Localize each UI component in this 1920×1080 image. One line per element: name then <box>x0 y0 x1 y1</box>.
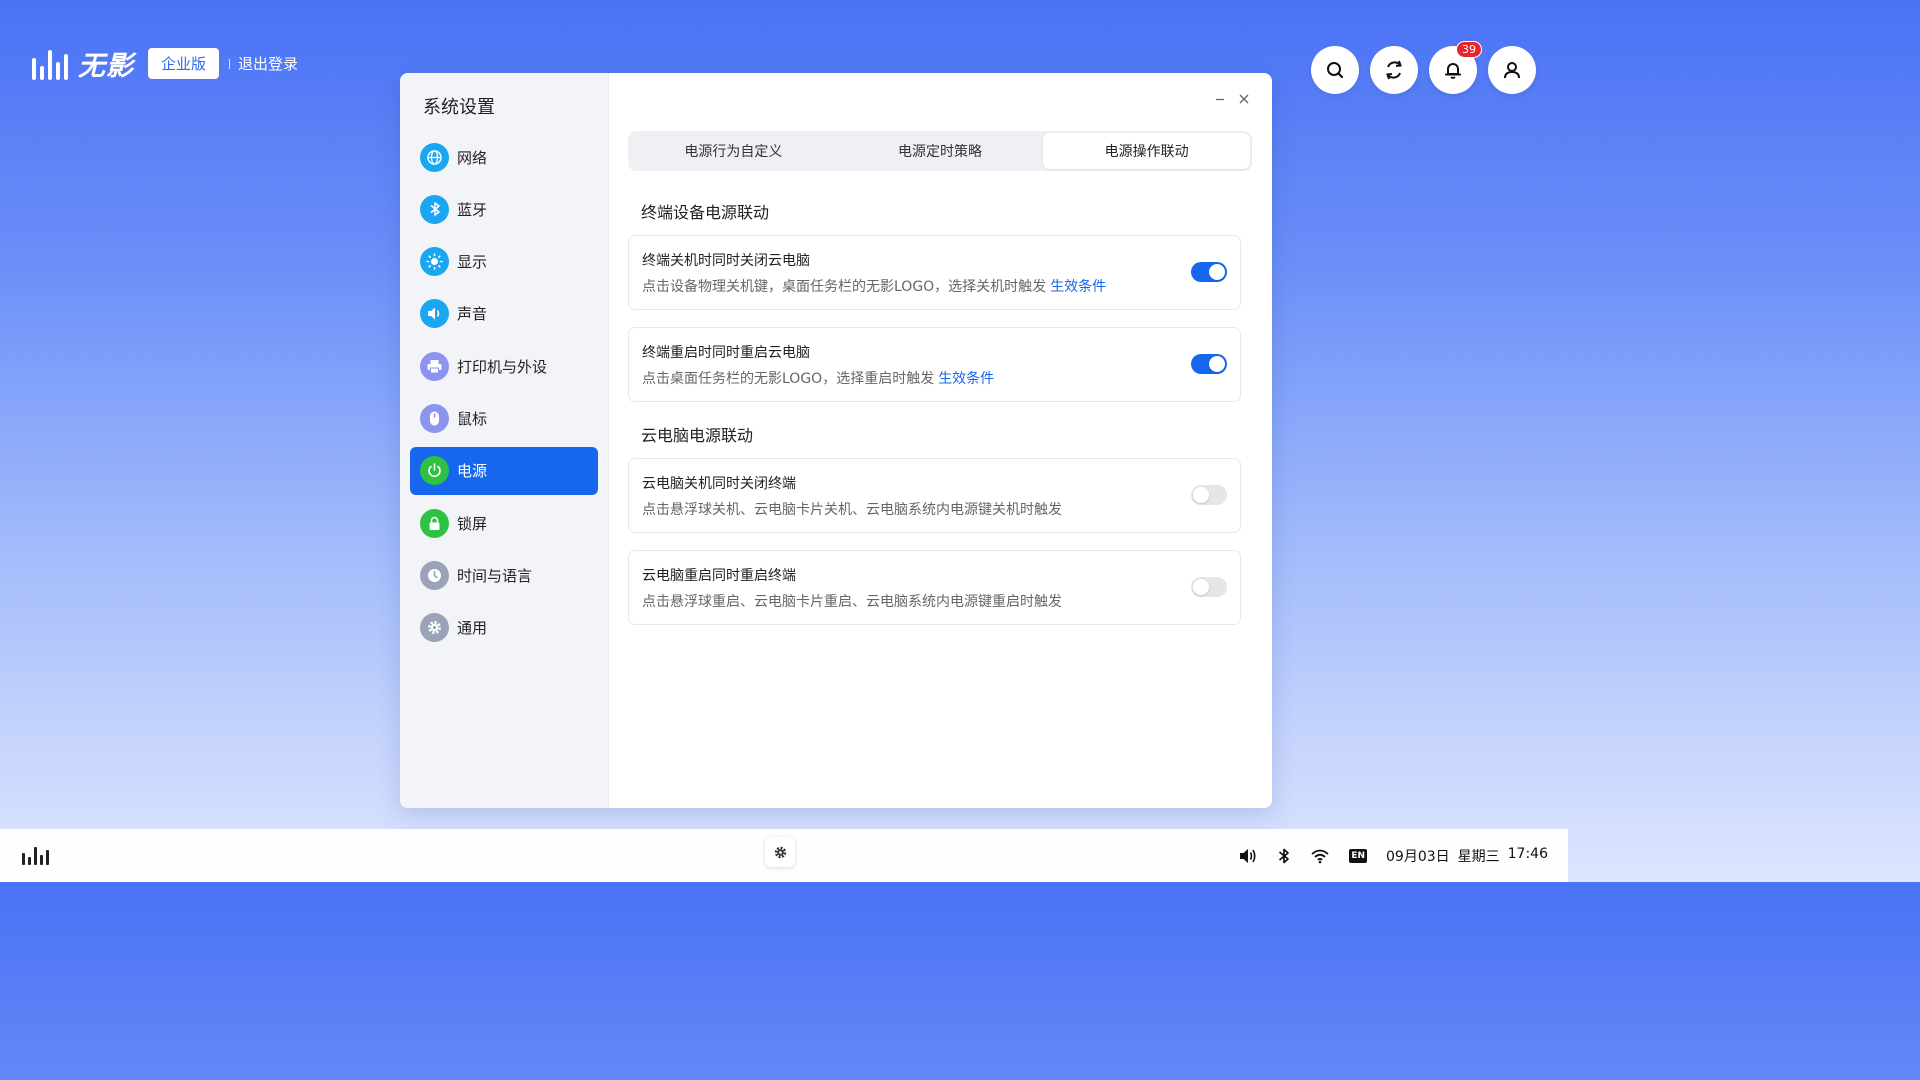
terminal-shutdown-toggle[interactable] <box>1191 262 1227 282</box>
settings-sidebar: 系统设置 网络 蓝牙 显示 声音 打印机与外设 鼠标 电源 锁屏 时间与语言 通… <box>400 73 609 808</box>
notification-count-badge: 39 <box>1456 41 1482 58</box>
toggle-knob <box>1193 579 1209 595</box>
sidebar-item-time-language[interactable]: 时间与语言 <box>410 551 598 599</box>
system-tray: EN 09月03日 星期三 17:46 <box>1238 846 1548 866</box>
setting-card: 云电脑重启同时重启终端 点击悬浮球重启、云电脑卡片重启、云电脑系统内电源键重启时… <box>628 550 1241 625</box>
weekday-text: 星期三 <box>1457 848 1500 865</box>
mouse-icon <box>420 403 449 433</box>
setting-description-text: 点击桌面任务栏的无影LOGO，选择重启时触发 <box>642 371 935 387</box>
power-icon <box>420 456 449 486</box>
top-actions: 39 <box>1311 41 1536 94</box>
tab-power-behavior[interactable]: 电源行为自定义 <box>630 133 837 169</box>
cloud-pc-restart-toggle[interactable] <box>1191 577 1227 597</box>
globe-icon <box>420 142 449 172</box>
divider <box>229 58 231 69</box>
effective-conditions-link[interactable]: 生效条件 <box>1050 279 1106 295</box>
sidebar-item-lock-screen[interactable]: 锁屏 <box>410 499 598 547</box>
terminal-restart-toggle[interactable] <box>1191 354 1227 374</box>
sidebar-item-label: 电源 <box>457 462 488 481</box>
settings-window: 系统设置 网络 蓝牙 显示 声音 打印机与外设 鼠标 电源 锁屏 时间与语言 通… <box>400 73 1272 808</box>
close-button[interactable] <box>1238 93 1250 105</box>
brand: 无影 企业版 退出登录 <box>32 44 298 83</box>
setting-title: 云电脑关机同时关闭终端 <box>642 476 796 492</box>
notifications-button[interactable]: 39 <box>1429 41 1482 94</box>
clock[interactable]: 09月03日 星期三 17:46 <box>1386 846 1548 866</box>
close-icon <box>1239 94 1249 104</box>
logout-link[interactable]: 退出登录 <box>238 53 298 74</box>
sidebar-item-label: 声音 <box>457 305 488 324</box>
window-title: 系统设置 <box>423 97 495 118</box>
setting-card: 云电脑关机同时关闭终端 点击悬浮球关机、云电脑卡片关机、云电脑系统内电源键关机时… <box>628 458 1241 533</box>
effective-conditions-link[interactable]: 生效条件 <box>938 371 994 387</box>
sidebar-item-network[interactable]: 网络 <box>410 133 598 181</box>
taskbar: EN 09月03日 星期三 17:46 <box>0 829 1568 882</box>
minimize-button[interactable] <box>1214 93 1226 105</box>
user-icon <box>1504 62 1520 79</box>
account-button[interactable] <box>1488 46 1536 94</box>
section-title-cloud-pc: 云电脑电源联动 <box>641 426 754 445</box>
wuying-start-icon[interactable] <box>22 846 49 865</box>
gear-icon <box>420 613 449 643</box>
sidebar-item-general[interactable]: 通用 <box>410 604 598 652</box>
sidebar-item-sound[interactable]: 声音 <box>410 290 598 338</box>
sidebar-item-printers[interactable]: 打印机与外设 <box>410 342 598 390</box>
toggle-knob <box>1209 356 1225 372</box>
bluetooth-icon <box>420 194 449 224</box>
lock-icon <box>420 508 449 538</box>
bluetooth-icon[interactable] <box>1277 847 1291 865</box>
sidebar-item-display[interactable]: 显示 <box>410 238 598 286</box>
sidebar-item-label: 蓝牙 <box>457 200 488 219</box>
volume-icon[interactable] <box>1238 847 1258 865</box>
setting-title: 终端重启时同时重启云电脑 <box>642 345 810 361</box>
sidebar-item-label: 打印机与外设 <box>457 357 548 376</box>
tab-power-schedule[interactable]: 电源定时策略 <box>837 133 1044 169</box>
setting-description: 点击悬浮球关机、云电脑卡片关机、云电脑系统内电源键关机时触发 <box>642 502 1062 518</box>
sidebar-item-label: 鼠标 <box>457 409 488 428</box>
cloud-pc-shutdown-toggle[interactable] <box>1191 485 1227 505</box>
gear-icon <box>774 846 786 858</box>
edition-badge: 企业版 <box>148 48 220 79</box>
time-text: 17:46 <box>1507 845 1548 862</box>
setting-card: 终端重启时同时重启云电脑 点击桌面任务栏的无影LOGO，选择重启时触发 生效条件 <box>628 327 1241 402</box>
sidebar-item-power[interactable]: 电源 <box>410 446 598 495</box>
search-button[interactable] <box>1311 46 1359 94</box>
clock-icon <box>420 560 449 590</box>
settings-main: 电源行为自定义 电源定时策略 电源操作联动 终端设备电源联动 终端关机时同时关闭… <box>609 73 1272 808</box>
input-method-label: EN <box>1349 848 1367 863</box>
refresh-icon <box>1386 60 1402 80</box>
brand-name: 无影 <box>78 51 134 82</box>
wuying-logo-icon <box>32 48 68 80</box>
setting-description: 点击桌面任务栏的无影LOGO，选择重启时触发 生效条件 <box>642 368 1227 388</box>
sidebar-item-bluetooth[interactable]: 蓝牙 <box>410 185 598 233</box>
taskbar-settings-button[interactable] <box>765 837 795 867</box>
refresh-button[interactable] <box>1370 46 1418 94</box>
sidebar-item-label: 显示 <box>457 253 488 272</box>
toggle-knob <box>1209 264 1225 280</box>
sidebar-item-mouse[interactable]: 鼠标 <box>410 394 598 442</box>
bell-icon <box>1445 63 1461 79</box>
printer-icon <box>420 351 449 381</box>
minimize-icon <box>1216 98 1224 101</box>
speaker-icon <box>420 299 449 329</box>
date-text: 09月03日 <box>1386 848 1450 865</box>
wifi-icon[interactable] <box>1310 848 1330 864</box>
brightness-icon <box>420 247 449 277</box>
sidebar-item-label: 锁屏 <box>457 514 488 533</box>
sidebar-item-label: 时间与语言 <box>457 566 533 585</box>
search-icon <box>1327 62 1344 79</box>
tab-power-linkage[interactable]: 电源操作联动 <box>1043 133 1251 169</box>
setting-title: 终端关机时同时关闭云电脑 <box>642 253 810 269</box>
setting-description: 点击悬浮球重启、云电脑卡片重启、云电脑系统内电源键重启时触发 <box>642 594 1062 610</box>
setting-title: 云电脑重启同时重启终端 <box>642 568 796 584</box>
section-title-terminal: 终端设备电源联动 <box>641 203 770 222</box>
power-tabs: 电源行为自定义 电源定时策略 电源操作联动 <box>628 131 1252 171</box>
setting-description: 点击设备物理关机键，桌面任务栏的无影LOGO，选择关机时触发 生效条件 <box>642 276 1227 296</box>
sidebar-item-label: 网络 <box>457 148 488 167</box>
window-controls <box>1214 93 1250 105</box>
setting-description-text: 点击设备物理关机键，桌面任务栏的无影LOGO，选择关机时触发 <box>642 279 1047 295</box>
setting-card: 终端关机时同时关闭云电脑 点击设备物理关机键，桌面任务栏的无影LOGO，选择关机… <box>628 235 1241 310</box>
sidebar-item-label: 通用 <box>457 619 488 638</box>
input-method-indicator[interactable]: EN <box>1349 848 1367 863</box>
toggle-knob <box>1193 487 1209 503</box>
